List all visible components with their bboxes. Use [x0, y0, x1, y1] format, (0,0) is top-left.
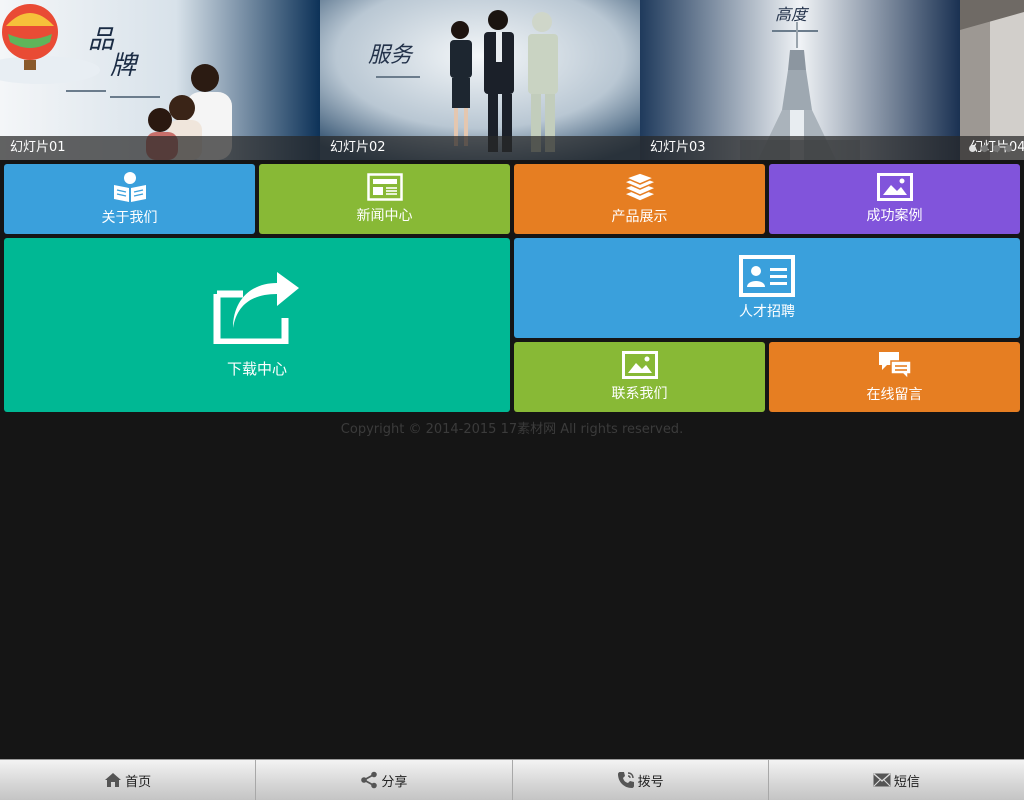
tile-label: 在线留言	[866, 387, 923, 403]
home-label: 首页	[125, 774, 152, 790]
dial-button[interactable]: 拨号	[511, 760, 768, 800]
tile-label: 产品展示	[611, 209, 668, 225]
slide-caption: 幻灯片03	[640, 136, 960, 160]
slide-caption: 幻灯片01	[0, 136, 320, 160]
share-icon	[361, 771, 378, 789]
home-icon	[105, 773, 122, 787]
slide-3[interactable]: 高度 幻灯片03	[640, 0, 960, 160]
phone-icon	[617, 772, 634, 788]
tile-about-us[interactable]: 关于我们	[4, 164, 255, 234]
image-slider[interactable]: 品 牌 幻灯片01 服务 幻灯片02 高度 幻灯片03	[0, 0, 1024, 160]
tile-success-cases[interactable]: 成功案例	[769, 164, 1020, 234]
layers-icon	[621, 172, 658, 202]
slide-4[interactable]: 幻灯片04	[960, 0, 1024, 160]
sms-button[interactable]: 短信	[767, 760, 1024, 800]
slider-dot[interactable]	[1005, 145, 1012, 152]
bottom-nav-bar: 首页 分享 拨号 短信	[0, 759, 1024, 800]
tile-label: 关于我们	[101, 210, 158, 226]
share-button[interactable]: 分享	[255, 760, 511, 800]
envelope-icon	[873, 773, 891, 787]
copyright-text: Copyright © 2014-2015 17素材网 All rights r…	[340, 422, 684, 437]
tile-contact-us[interactable]: 联系我们	[514, 342, 765, 412]
sms-label: 短信	[893, 774, 920, 790]
slider-dots	[969, 145, 1012, 152]
slider-dot[interactable]	[969, 145, 976, 152]
tile-label: 新闻中心	[356, 208, 413, 224]
reader-icon	[113, 172, 146, 202]
slide-caption: 幻灯片02	[320, 136, 640, 160]
tile-online-message[interactable]: 在线留言	[769, 342, 1020, 412]
slide-1[interactable]: 品 牌 幻灯片01	[0, 0, 320, 160]
image-icon	[876, 173, 913, 201]
home-button[interactable]: 首页	[0, 760, 255, 800]
share-arrow-icon	[213, 271, 299, 344]
tile-label: 成功案例	[866, 208, 923, 224]
chat-bubbles-icon	[878, 352, 912, 380]
tile-label: 下载中心	[226, 359, 287, 378]
image-icon	[621, 351, 658, 379]
tile-news-center[interactable]: 新闻中心	[259, 164, 510, 234]
id-card-icon	[739, 255, 795, 297]
svg-text:服务: 服务	[368, 43, 414, 68]
tile-recruitment[interactable]: 人才招聘	[514, 238, 1020, 338]
newspaper-icon	[366, 173, 403, 201]
svg-text:牌: 牌	[110, 51, 139, 81]
slide-2[interactable]: 服务 幻灯片02	[320, 0, 640, 160]
tile-download-center[interactable]: 下载中心	[4, 238, 510, 412]
share-label: 分享	[381, 774, 408, 790]
slider-dot[interactable]	[993, 145, 1000, 152]
dial-label: 拨号	[637, 774, 664, 790]
tile-label: 人才招聘	[739, 304, 795, 320]
tile-products[interactable]: 产品展示	[514, 164, 765, 234]
tile-label: 联系我们	[611, 386, 668, 402]
slider-dot[interactable]	[981, 145, 988, 152]
svg-text:高度: 高度	[775, 5, 810, 24]
